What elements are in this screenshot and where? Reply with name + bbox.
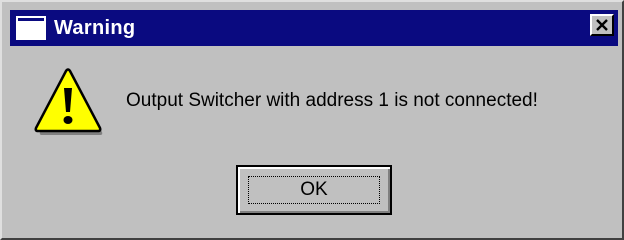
window-icon [16, 16, 46, 40]
close-button[interactable] [590, 14, 614, 36]
ok-button[interactable]: OK [236, 165, 392, 215]
close-icon [596, 19, 608, 31]
warning-message: Output Switcher with address 1 is not co… [126, 90, 538, 111]
ok-button-label: OK [300, 179, 328, 200]
title-bar[interactable]: Warning [10, 10, 618, 46]
warning-icon [34, 68, 103, 135]
dialog-title: Warning [54, 17, 136, 39]
warning-dialog: Warning Output Switcher with address 1 i… [0, 0, 624, 240]
